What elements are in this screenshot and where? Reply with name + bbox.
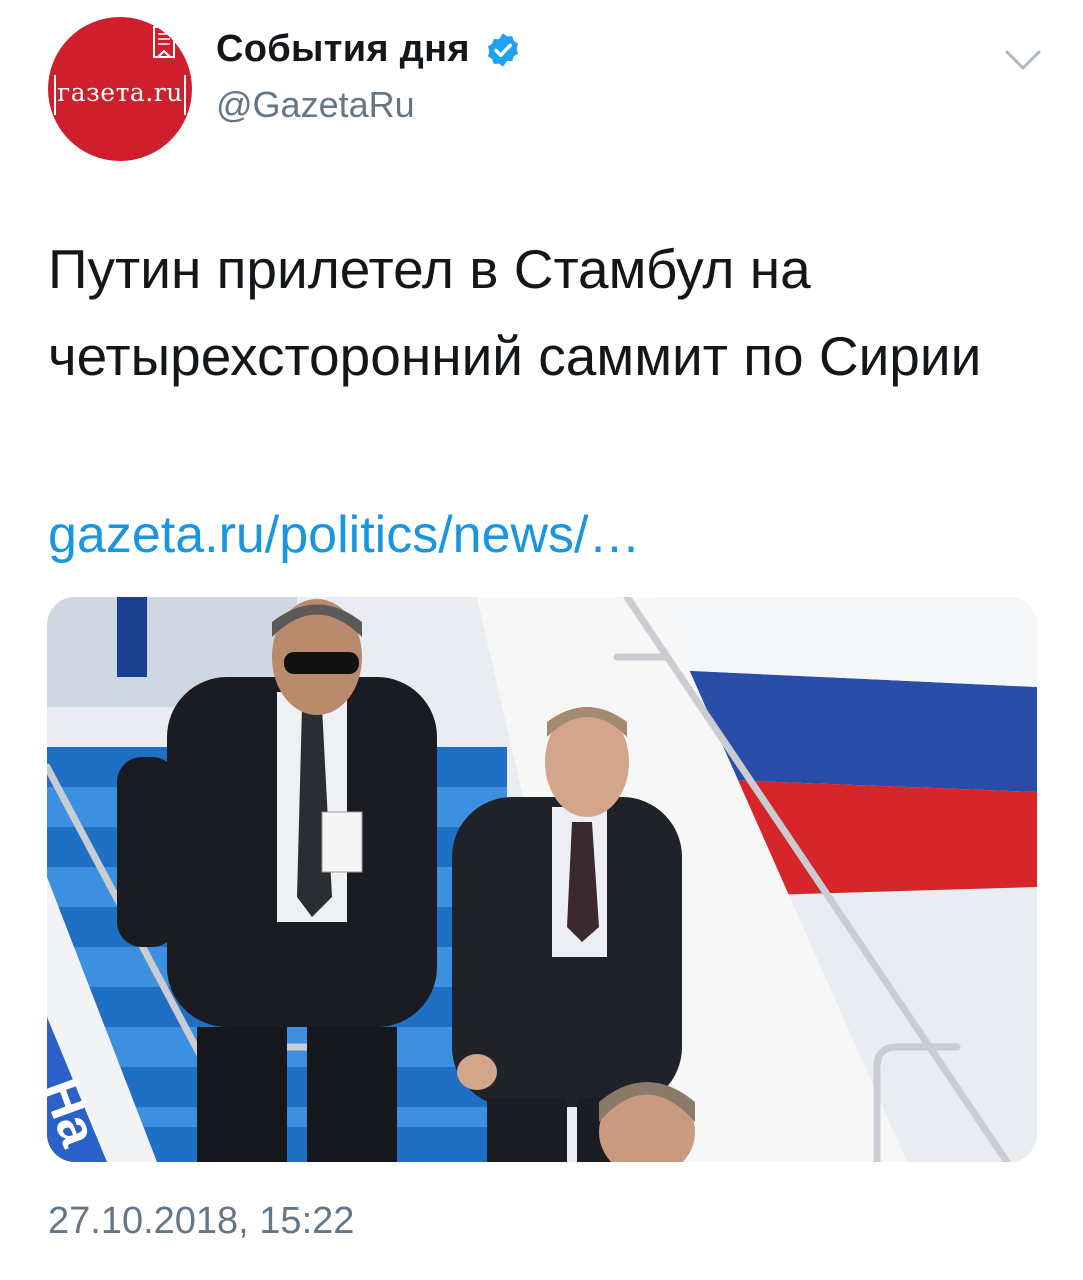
verified-badge-icon xyxy=(487,32,518,67)
tweet: газета.ru События дня @GazetaRu Путин пр… xyxy=(0,0,1083,1280)
tweet-link[interactable]: gazeta.ru/politics/news/… xyxy=(48,505,641,565)
avatar[interactable]: газета.ru xyxy=(48,17,192,161)
tweet-timestamp[interactable]: 27.10.2018, 15:22 xyxy=(48,1200,354,1243)
tweet-photo[interactable]: Ha xyxy=(47,597,1037,1162)
photo-image: Ha xyxy=(47,597,1037,1162)
display-name[interactable]: События дня xyxy=(216,28,470,71)
bookmark-icon xyxy=(153,26,175,58)
tweet-text: Путин прилетел в Стамбул на четырехсторо… xyxy=(48,238,982,387)
chevron-down-icon[interactable] xyxy=(1004,48,1042,72)
avatar-logo-text: газета.ru xyxy=(57,78,183,107)
user-handle[interactable]: @GazetaRu xyxy=(216,84,415,126)
author-name-row[interactable]: События дня xyxy=(216,28,522,71)
